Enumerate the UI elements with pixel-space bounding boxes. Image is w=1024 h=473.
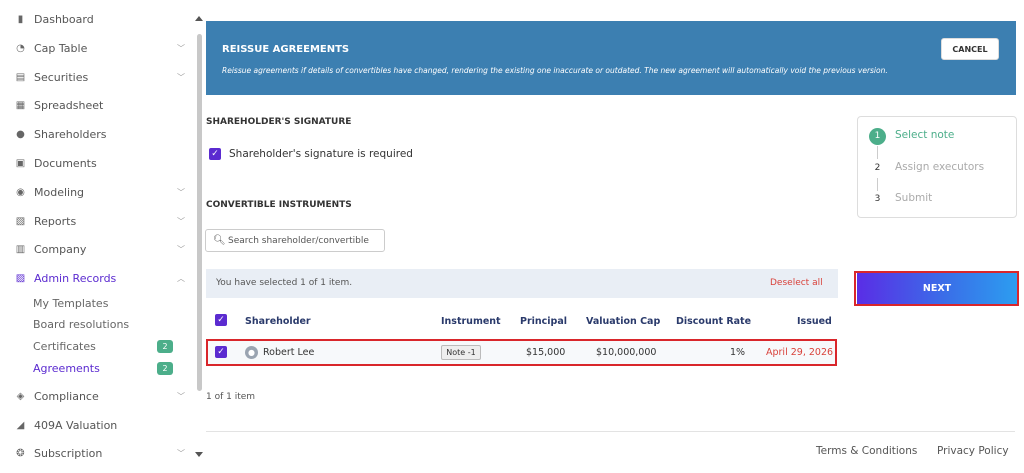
column-header-instrument[interactable]: Instrument	[441, 316, 501, 327]
shield-icon: ◈	[16, 390, 25, 402]
dashboard-icon: ▮	[17, 13, 24, 25]
sidebar-item-label: Securities	[34, 70, 89, 84]
chevron-down-icon: ﹀	[177, 244, 185, 254]
chevron-down-icon: ﹀	[177, 448, 185, 458]
sidebar-item-spreadsheet[interactable]: ▦ Spreadsheet	[0, 94, 196, 116]
step-connector	[877, 178, 878, 191]
sidebar: ▮ Dashboard ◔ Cap Table ﹀ ▤ Securities ﹀…	[0, 0, 196, 473]
sidebar-subitem-agreements[interactable]: Agreements	[33, 362, 100, 375]
cell-shareholder: Robert Lee	[263, 347, 315, 358]
pagination-text: 1 of 1 item	[206, 392, 256, 402]
cell-issued-date: April 29, 2026	[766, 347, 834, 358]
step-2-indicator: 2	[869, 160, 886, 177]
column-header-principal[interactable]: Principal	[520, 316, 567, 327]
sidebar-item-documents[interactable]: ▣ Documents	[0, 152, 196, 174]
footer-divider	[206, 431, 1015, 432]
sidebar-item-subscription[interactable]: ❂ Subscription ﹀	[0, 442, 196, 464]
folder-icon: ▣	[15, 157, 26, 169]
deselect-all-link[interactable]: Deselect all	[770, 278, 823, 288]
header-banner	[206, 21, 1016, 95]
avatar: ●	[245, 346, 258, 359]
lightbulb-icon: ◉	[16, 186, 25, 198]
sidebar-item-compliance[interactable]: ◈ Compliance ﹀	[0, 385, 196, 407]
step-1-label: Select note	[895, 129, 955, 141]
next-button[interactable]: NEXT	[857, 273, 1017, 304]
subscription-icon: ❂	[16, 447, 25, 459]
count-badge: 2	[157, 362, 173, 375]
chevron-down-icon: ﹀	[177, 72, 185, 82]
search-input[interactable]	[228, 234, 378, 248]
sidebar-item-securities[interactable]: ▤ Securities ﹀	[0, 66, 196, 88]
count-badge: 2	[157, 340, 173, 353]
privacy-link[interactable]: Privacy Policy	[937, 445, 1009, 457]
sidebar-item-label: Compliance	[34, 389, 99, 403]
instruments-section-title: CONVERTIBLE INSTRUMENTS	[206, 200, 352, 210]
sidebar-subitem-certificates[interactable]: Certificates	[33, 340, 96, 353]
signature-required-label: Shareholder's signature is required	[229, 148, 413, 160]
sidebar-item-label: Spreadsheet	[34, 98, 104, 112]
chevron-down-icon: ﹀	[177, 43, 185, 53]
sidebar-item-label: Shareholders	[34, 127, 107, 141]
sidebar-item-409a-valuation[interactable]: ◢ 409A Valuation	[0, 414, 196, 436]
sidebar-item-label: Subscription	[34, 446, 103, 460]
building-icon: ▥	[15, 243, 26, 255]
sidebar-item-company[interactable]: ▥ Company ﹀	[0, 238, 196, 260]
search-icon: 🔍︎	[213, 235, 226, 246]
sidebar-item-label: Cap Table	[34, 41, 88, 55]
sidebar-item-reports[interactable]: ▧ Reports ﹀	[0, 210, 196, 232]
page-title: REISSUE AGREEMENTS	[222, 44, 350, 55]
scroll-up-arrow-icon[interactable]	[195, 16, 203, 21]
chevron-down-icon: ﹀	[177, 391, 185, 401]
page-description: Reissue agreements if details of convert…	[222, 66, 888, 75]
terms-link[interactable]: Terms & Conditions	[816, 445, 917, 457]
column-header-discount-rate[interactable]: Discount Rate	[676, 316, 751, 327]
chevron-down-icon: ﹀	[177, 216, 185, 226]
sidebar-item-shareholders[interactable]: ● Shareholders	[0, 123, 196, 145]
report-icon: ▧	[15, 215, 26, 227]
signature-section-title: SHAREHOLDER'S SIGNATURE	[206, 117, 352, 127]
selection-count-text: You have selected 1 of 1 item.	[216, 278, 353, 288]
sidebar-subitem-board-resolutions[interactable]: Board resolutions	[33, 318, 129, 331]
select-all-checkbox[interactable]: ✓	[215, 314, 227, 326]
instrument-tag: Note -1	[441, 345, 481, 360]
column-header-shareholder[interactable]: Shareholder	[245, 316, 311, 327]
cancel-button[interactable]: CANCEL	[941, 38, 999, 60]
step-3-indicator: 3	[869, 191, 886, 208]
person-icon: ●	[16, 128, 25, 140]
sidebar-item-label: Reports	[34, 214, 77, 228]
column-header-valuation-cap[interactable]: Valuation Cap	[586, 316, 660, 327]
sidebar-item-label: Company	[34, 242, 87, 256]
cell-principal: $15,000	[526, 347, 566, 358]
step-1-indicator: 1	[869, 128, 886, 145]
spreadsheet-icon: ▦	[15, 99, 26, 111]
sidebar-item-cap-table[interactable]: ◔ Cap Table ﹀	[0, 37, 196, 59]
chevron-up-icon: ︿	[177, 273, 185, 283]
step-2-label: Assign executors	[895, 161, 985, 173]
scrollbar-thumb[interactable]	[197, 34, 202, 391]
step-connector	[877, 146, 878, 159]
sidebar-item-label: Dashboard	[34, 12, 94, 26]
sidebar-item-label: Modeling	[34, 185, 85, 199]
cell-valuation-cap: $10,000,000	[596, 347, 657, 358]
sidebar-item-label: Admin Records	[34, 271, 117, 285]
sidebar-subitem-my-templates[interactable]: My Templates	[33, 297, 108, 310]
valuation-icon: ◢	[16, 419, 25, 431]
scroll-down-arrow-icon[interactable]	[195, 452, 203, 457]
clipboard-icon: ▤	[15, 71, 26, 83]
chevron-down-icon: ﹀	[177, 187, 185, 197]
column-header-issued[interactable]: Issued	[797, 316, 832, 327]
signature-required-checkbox[interactable]: ✓	[209, 148, 221, 160]
sidebar-item-label: 409A Valuation	[34, 418, 118, 432]
sidebar-item-admin-records[interactable]: ▨ Admin Records ︿	[0, 267, 196, 289]
sidebar-item-dashboard[interactable]: ▮ Dashboard	[0, 8, 196, 30]
search-box: 🔍︎	[205, 229, 385, 252]
sidebar-item-label: Documents	[34, 156, 97, 170]
step-3-label: Submit	[895, 192, 933, 204]
records-icon: ▨	[15, 272, 26, 284]
pie-chart-icon: ◔	[16, 42, 25, 54]
row-select-checkbox[interactable]: ✓	[215, 346, 227, 358]
sidebar-item-modeling[interactable]: ◉ Modeling ﹀	[0, 181, 196, 203]
cell-discount-rate: 1%	[730, 347, 746, 358]
